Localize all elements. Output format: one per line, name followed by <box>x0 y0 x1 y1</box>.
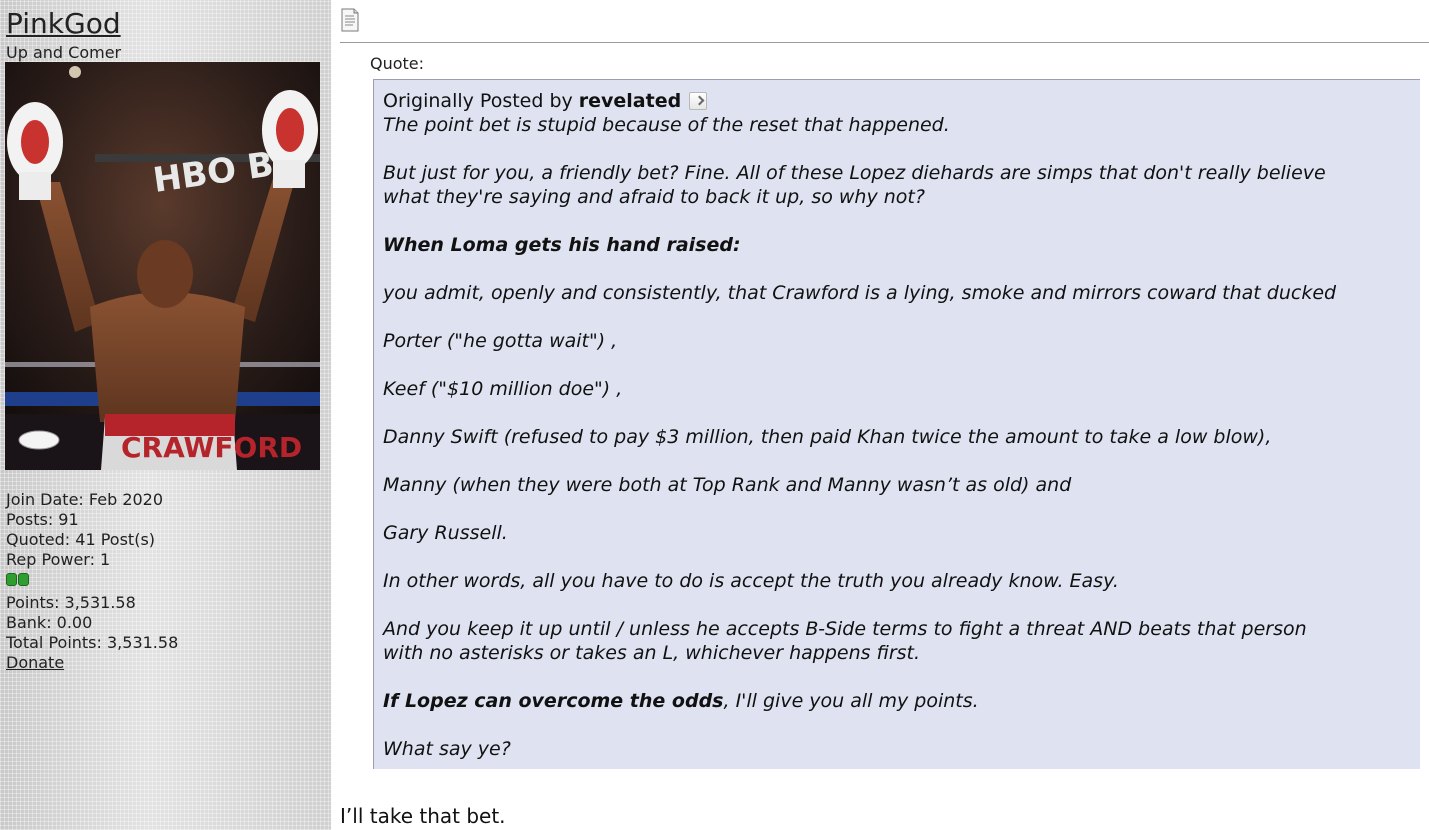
originally-posted-by: Originally Posted by <box>383 90 573 112</box>
join-date: Join Date: Feb 2020 <box>6 490 164 509</box>
quote-paragraph: Keef ("$10 million doe") , <box>383 378 623 400</box>
quoted-count: Quoted: 41 Post(s) <box>6 530 156 549</box>
user-avatar[interactable]: HBO BO CRAWFORD <box>5 62 320 470</box>
quote-paragraph: The point bet is stupid because of the r… <box>383 114 950 136</box>
quote-paragraph: you admit, openly and consistently, that… <box>383 282 1337 304</box>
user-info-panel: PinkGod Up and Comer HBO BO CRAWFORD Joi… <box>0 0 331 830</box>
quote-bold-text: If Lopez can overcome the odds <box>383 690 724 712</box>
quote-paragraph: If Lopez can overcome the odds, I'll giv… <box>383 689 1420 713</box>
quote-text: , I'll give you all my points. <box>723 690 979 712</box>
quote-bold-text: When Loma gets his hand raised: <box>383 234 741 256</box>
quote-paragraph: In other words, all you have to do is ac… <box>383 570 1119 592</box>
quote-paragraph: with no asterisks or takes an L, whichev… <box>383 642 921 664</box>
quote-paragraph: But just for you, a friendly bet? Fine. … <box>383 162 1326 184</box>
quote-paragraph: Manny (when they were both at Top Rank a… <box>383 474 1072 496</box>
avatar-boxer-image: HBO BO CRAWFORD <box>5 62 320 470</box>
document-icon <box>341 8 359 32</box>
username-link[interactable]: PinkGod <box>6 8 121 40</box>
rep-gem-icon <box>18 573 29 586</box>
quote-author: revelated <box>578 90 682 112</box>
post-divider <box>340 42 1429 43</box>
bank: Bank: 0.00 <box>6 613 93 632</box>
points: Points: 3,531.58 <box>6 593 136 612</box>
reputation-gems <box>6 573 178 587</box>
user-title: Up and Comer <box>6 43 122 62</box>
donate-link[interactable]: Donate <box>6 653 64 672</box>
post-count: Posts: 91 <box>6 510 79 529</box>
trunks-text: CRAWFORD <box>121 431 302 464</box>
quote-paragraph: Danny Swift (refused to pay $3 million, … <box>383 426 1272 448</box>
quote-paragraph: Gary Russell. <box>383 522 508 544</box>
reply-text: I’ll take that bet. <box>340 804 506 828</box>
rep-power: Rep Power: 1 <box>6 550 111 569</box>
quote-paragraph: Porter ("he gotta wait") , <box>383 330 618 352</box>
quote-paragraph: What say ye? <box>383 738 511 760</box>
user-stats: Join Date: Feb 2020 Posts: 91 Quoted: 41… <box>6 490 178 673</box>
post-page: PinkGod Up and Comer HBO BO CRAWFORD Joi… <box>0 0 1429 830</box>
quote-paragraph-bold: When Loma gets his hand raised: <box>383 233 1420 257</box>
view-post-arrow-icon[interactable] <box>689 92 708 110</box>
total-points: Total Points: 3,531.58 <box>6 633 179 652</box>
quote-origin: Originally Posted by revelated <box>383 89 1420 113</box>
quote-block: Originally Posted by revelated The point… <box>373 79 1420 769</box>
quote-paragraph: And you keep it up until / unless he acc… <box>383 618 1307 640</box>
rep-gem-icon <box>6 573 17 586</box>
quote-paragraph: what they're saying and afraid to back i… <box>383 186 925 208</box>
quote-label: Quote: <box>370 54 425 73</box>
